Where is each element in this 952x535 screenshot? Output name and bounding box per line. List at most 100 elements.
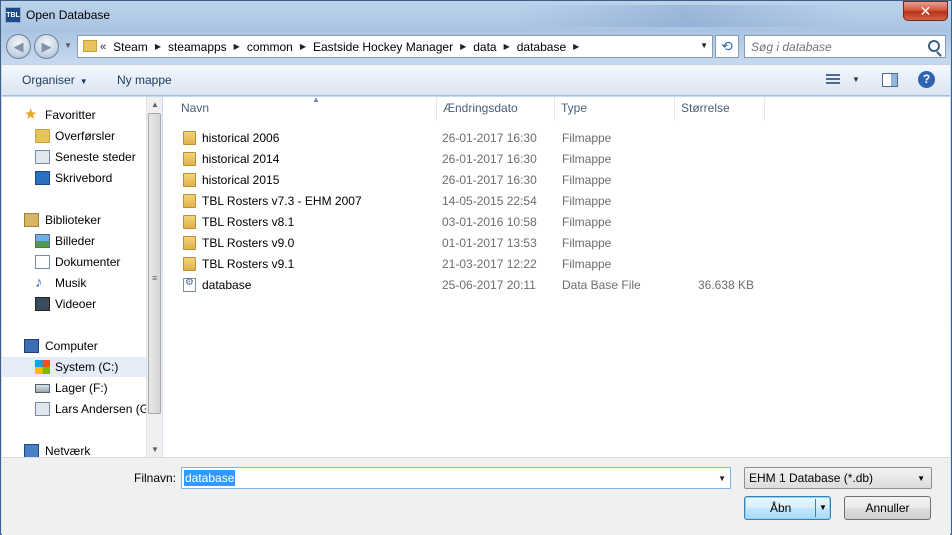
file-name: TBL Rosters v8.1 <box>202 215 295 229</box>
scroll-down-icon[interactable]: ▼ <box>151 445 159 454</box>
breadcrumb-item[interactable]: data <box>469 40 500 54</box>
preview-pane-icon[interactable] <box>882 73 898 87</box>
breadcrumb-item[interactable]: Steam <box>109 40 152 54</box>
overflow-chevron[interactable]: « <box>100 41 109 53</box>
breadcrumb-item[interactable]: steamapps <box>164 40 231 54</box>
nav-item-recent-places[interactable]: Seneste steder <box>2 147 146 167</box>
file-date: 01-01-2017 13:53 <box>442 236 537 250</box>
file-row[interactable]: historical 2006 26-01-2017 16:30 Filmapp… <box>163 127 763 148</box>
filename-input[interactable]: database ▼ <box>181 467 731 489</box>
chevron-down-icon[interactable]: ▼ <box>852 75 860 84</box>
breadcrumb-item[interactable]: Eastside Hockey Manager <box>309 40 457 54</box>
folder-icon <box>183 215 196 229</box>
file-type: Filmappe <box>562 236 612 250</box>
folder-icon <box>183 194 196 208</box>
nav-label: Biblioteker <box>45 213 102 227</box>
nav-network[interactable]: Netværk <box>2 441 146 457</box>
back-arrow-icon[interactable]: ◀ <box>6 34 31 59</box>
nav-label: Videoer <box>55 297 97 311</box>
chevron-right-icon[interactable]: ▶ <box>501 42 513 51</box>
nav-libraries[interactable]: Biblioteker <box>2 210 146 230</box>
column-header-size[interactable]: Størrelse <box>675 97 765 121</box>
file-name: TBL Rosters v9.1 <box>202 257 295 271</box>
title-bar-background <box>521 5 851 27</box>
chevron-right-icon[interactable]: ▶ <box>231 42 243 51</box>
organize-button[interactable]: Organiser ▼ <box>22 73 88 87</box>
column-headers: Navn ▲ Ændringsdato Type Størrelse <box>163 95 950 121</box>
forward-arrow-icon[interactable]: ▶ <box>34 34 59 59</box>
app-icon: TBL <box>5 7 21 23</box>
file-type: Filmappe <box>562 131 612 145</box>
nav-item-music[interactable]: ♪ Musik <box>2 273 146 293</box>
chevron-down-icon[interactable]: ▼ <box>917 474 925 483</box>
help-icon[interactable]: ? <box>918 71 935 88</box>
scroll-up-icon[interactable]: ▲ <box>151 100 159 109</box>
column-header-name[interactable]: Navn ▲ <box>175 95 437 121</box>
close-button[interactable]: ✕ <box>903 1 948 21</box>
nav-label: Seneste steder <box>55 150 136 164</box>
scrollbar-thumb[interactable]: ≡ <box>148 113 161 414</box>
file-row[interactable]: TBL Rosters v7.3 - EHM 2007 14-05-2015 2… <box>163 190 763 211</box>
nav-label: Musik <box>55 276 87 290</box>
nav-item-downloads[interactable]: Overførsler <box>2 126 146 146</box>
breadcrumb-item[interactable]: database <box>513 40 570 54</box>
music-note-icon: ♪ <box>35 274 43 291</box>
nav-item-storage-drive[interactable]: Lager (F:) <box>2 378 146 398</box>
search-icon[interactable] <box>928 40 940 52</box>
chevron-right-icon[interactable]: ▶ <box>152 42 164 51</box>
address-bar[interactable]: « Steam ▶ steamapps ▶ common ▶ Eastside … <box>77 35 713 58</box>
video-icon <box>35 297 50 311</box>
filename-history-dropdown-icon[interactable]: ▼ <box>718 474 726 483</box>
nav-item-videos[interactable]: Videoer <box>2 294 146 314</box>
command-toolbar: Organiser ▼ Ny mappe ▼ ? <box>2 64 950 96</box>
refresh-icon[interactable]: ⟲ <box>715 35 739 58</box>
file-date: 25-06-2017 20:11 <box>442 278 536 292</box>
file-list[interactable]: Navn ▲ Ændringsdato Type Størrelse histo… <box>163 95 950 457</box>
nav-item-network-drive[interactable]: Lars Andersen (G <box>2 399 146 419</box>
address-dropdown-icon[interactable]: ▼ <box>700 41 708 50</box>
downloads-folder-icon <box>35 129 50 143</box>
column-header-type[interactable]: Type <box>555 97 675 121</box>
file-row[interactable]: historical 2015 26-01-2017 16:30 Filmapp… <box>163 169 763 190</box>
navigation-pane: ★ Favoritter Overførsler Seneste steder … <box>2 97 146 457</box>
chevron-right-icon[interactable]: ▶ <box>570 42 582 51</box>
nav-label: Netværk <box>45 444 91 457</box>
window-title: Open Database <box>26 8 111 22</box>
nav-favorites[interactable]: ★ Favoritter <box>2 105 146 125</box>
open-options-dropdown-icon[interactable]: ▼ <box>819 503 827 512</box>
folder-icon <box>83 40 97 52</box>
breadcrumb-item[interactable]: common <box>243 40 297 54</box>
computer-icon <box>24 339 39 353</box>
recent-locations-dropdown-icon[interactable]: ▼ <box>64 41 72 50</box>
file-row[interactable]: TBL Rosters v8.1 03-01-2016 10:58 Filmap… <box>163 211 763 232</box>
nav-computer[interactable]: Computer <box>2 336 146 356</box>
title-bar[interactable]: TBL Open Database ✕ <box>1 1 951 31</box>
file-name: TBL Rosters v9.0 <box>202 236 295 250</box>
search-input[interactable] <box>751 39 921 55</box>
nav-item-system-drive[interactable]: System (C:) <box>2 357 146 377</box>
search-box[interactable] <box>744 35 946 58</box>
chevron-right-icon[interactable]: ▶ <box>457 42 469 51</box>
navigation-scrollbar[interactable]: ▲ ≡ ▼ <box>146 97 162 457</box>
open-button[interactable]: Åbn ▼ <box>744 496 831 520</box>
chevron-right-icon[interactable]: ▶ <box>297 42 309 51</box>
file-type-filter-select[interactable]: EHM 1 Database (*.db) ▼ <box>744 467 932 489</box>
file-row[interactable]: TBL Rosters v9.0 01-01-2017 13:53 Filmap… <box>163 232 763 253</box>
filename-selected-text[interactable]: database <box>184 470 236 486</box>
new-folder-button[interactable]: Ny mappe <box>117 73 172 87</box>
file-row[interactable]: historical 2014 26-01-2017 16:30 Filmapp… <box>163 148 763 169</box>
column-header-date[interactable]: Ændringsdato <box>437 97 555 121</box>
file-row[interactable]: database 25-06-2017 20:11 Data Base File… <box>163 274 763 295</box>
recent-places-icon <box>35 150 50 164</box>
nav-item-documents[interactable]: Dokumenter <box>2 252 146 272</box>
view-options-icon[interactable] <box>826 74 840 85</box>
file-row[interactable]: TBL Rosters v9.1 21-03-2017 12:22 Filmap… <box>163 253 763 274</box>
sort-ascending-icon: ▲ <box>312 95 320 104</box>
file-name: database <box>202 278 252 292</box>
nav-item-pictures[interactable]: Billeder <box>2 231 146 251</box>
cancel-button[interactable]: Annuller <box>844 496 931 520</box>
nav-item-desktop[interactable]: Skrivebord <box>2 168 146 188</box>
column-label: Navn <box>181 101 210 115</box>
nav-label: Skrivebord <box>55 171 113 185</box>
nav-label: Favoritter <box>45 108 96 122</box>
